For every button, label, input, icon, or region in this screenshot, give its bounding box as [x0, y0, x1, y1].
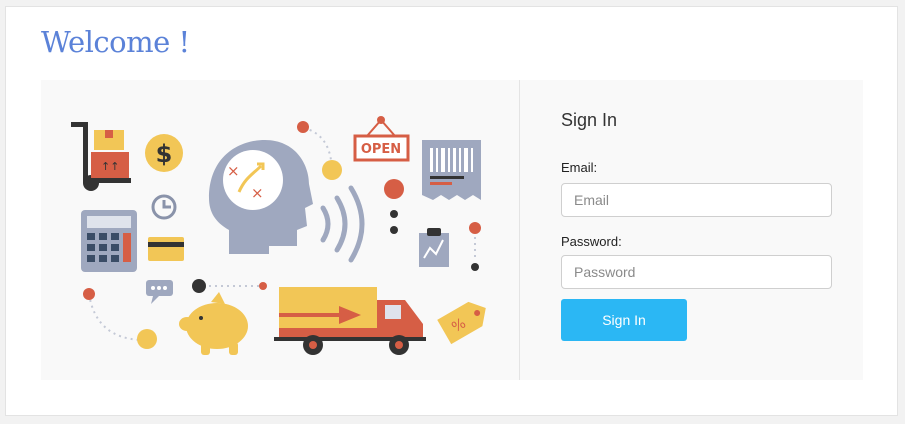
password-input[interactable]	[561, 255, 832, 289]
sound-waves-icon	[320, 185, 365, 263]
login-panel: ↑↑ $ × × OPEN % Sign In Email: Email Pas…	[41, 80, 863, 380]
head-profile-icon: × ×	[209, 140, 313, 254]
svg-text:×: ×	[251, 184, 264, 202]
delivery-truck-icon	[274, 287, 426, 355]
svg-text:↑↑: ↑↑	[101, 160, 119, 173]
signin-form: Sign In Email: Password: Sign In	[561, 80, 863, 380]
email-label: Email:	[561, 160, 598, 175]
signin-title: Sign In	[561, 110, 618, 130]
dollar-symbol: $	[156, 140, 173, 168]
open-sign-icon: OPEN	[353, 116, 410, 162]
credit-card-icon	[148, 237, 184, 261]
chat-bubble-icon	[146, 280, 173, 304]
svg-text:×: ×	[227, 162, 240, 180]
receipt-barcode-icon	[422, 140, 481, 200]
price-tag-icon: %	[437, 301, 486, 345]
calculator-icon	[81, 210, 137, 272]
illustration-graphic: ↑↑ $ × × OPEN %	[71, 116, 486, 355]
page-title: Welcome !	[41, 25, 190, 59]
sign-in-button[interactable]: Sign In	[561, 299, 687, 341]
business-illustration: ↑↑ $ × × OPEN %	[41, 80, 520, 380]
dollar-coin-icon: $	[145, 134, 183, 172]
clipboard-chart-icon	[419, 228, 449, 267]
email-input[interactable]	[561, 183, 832, 217]
history-icon	[151, 194, 177, 220]
login-card: Welcome ! ↑↑ $ × × OPEN % Sign In Email:…	[5, 6, 898, 416]
open-sign-text: OPEN	[361, 142, 401, 157]
piggy-bank-icon	[179, 292, 248, 355]
hand-truck-icon: ↑↑	[71, 122, 131, 191]
password-label: Password:	[561, 234, 622, 249]
